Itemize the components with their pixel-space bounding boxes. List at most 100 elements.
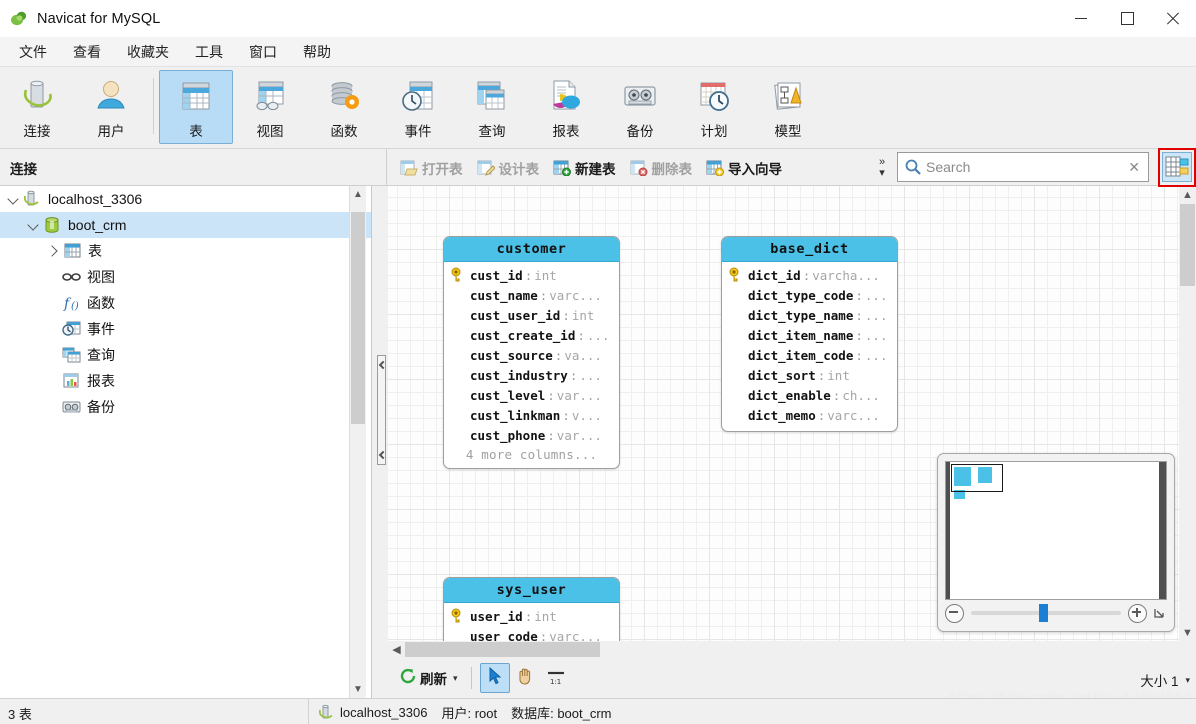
pan-tool-button[interactable] xyxy=(510,663,540,693)
navigator-viewport[interactable] xyxy=(951,464,1003,492)
entity-column: cust_create_id:... xyxy=(444,325,619,345)
tree-item-localhost[interactable]: localhost_3306 xyxy=(0,186,371,212)
tree-item-events[interactable]: 事件 xyxy=(0,316,371,342)
toolbar-button-query[interactable]: 查询 xyxy=(455,70,529,144)
backup-icon xyxy=(621,77,659,115)
search-input[interactable]: Search ✕ xyxy=(897,152,1149,182)
toolbar-button-connection[interactable]: 连接 xyxy=(0,70,74,144)
column-type: var... xyxy=(557,428,602,443)
tree-item-views[interactable]: 视图 xyxy=(0,264,371,290)
twisty-localhost[interactable] xyxy=(6,191,22,207)
column-type: var... xyxy=(557,388,602,403)
bottom-bar-separator xyxy=(471,667,472,689)
cursor-arrow-icon xyxy=(485,666,505,691)
size-control[interactable]: 大小 1 ▾ xyxy=(1140,670,1190,690)
chevron-down-icon[interactable]: ▾ xyxy=(1185,675,1190,686)
zoom-in-button[interactable] xyxy=(1128,604,1147,623)
chevron-down-icon[interactable]: ▾ xyxy=(453,673,458,684)
database-icon xyxy=(43,216,62,234)
zoom-reset-tool-button[interactable]: 1:1 xyxy=(540,663,572,693)
splitter-grip[interactable] xyxy=(377,355,386,465)
column-name: dict_memo xyxy=(748,408,816,423)
column-type: int xyxy=(572,308,595,323)
toolbar-button-user[interactable]: 用户 xyxy=(74,70,148,144)
toolbar-divider xyxy=(386,149,387,186)
tree-item-tables[interactable]: 表 xyxy=(0,238,371,264)
open-table-label: 打开表 xyxy=(422,158,463,178)
column-name: cust_name xyxy=(470,288,538,303)
close-button[interactable] xyxy=(1150,0,1196,37)
sidebar-scrollbar[interactable]: ▲ ▼ xyxy=(349,186,366,698)
entity-columns-base-dict: dict_id:varcha... dict_type_code:... dic… xyxy=(722,262,897,431)
canvas-vertical-scrollbar[interactable]: ▲ ▼ xyxy=(1179,186,1196,641)
canvas-scroll-up[interactable]: ▲ xyxy=(1179,186,1196,203)
search-clear-icon[interactable]: ✕ xyxy=(1128,159,1140,176)
minimize-button[interactable] xyxy=(1058,0,1104,37)
menu-favorites[interactable]: 收藏夹 xyxy=(114,38,182,66)
entity-sys-user[interactable]: sys_user user_id:int user_code:varc... xyxy=(443,577,620,641)
zoom-slider-knob[interactable] xyxy=(1039,604,1048,622)
menu-file[interactable]: 文件 xyxy=(6,38,60,66)
twisty-boot-crm[interactable] xyxy=(26,217,42,233)
menu-view[interactable]: 查看 xyxy=(60,38,114,66)
canvas-hscroll-thumb[interactable] xyxy=(405,642,600,657)
zoom-slider[interactable] xyxy=(971,611,1121,615)
toolbar-label-model: 模型 xyxy=(775,120,802,140)
column-type: va... xyxy=(564,348,602,363)
tree-item-reports[interactable]: 报表 xyxy=(0,368,371,394)
tree-item-boot-crm[interactable]: boot_crm xyxy=(0,212,371,238)
menu-window[interactable]: 窗口 xyxy=(236,38,290,66)
refresh-button[interactable]: 刷新 ▾ xyxy=(394,663,463,693)
canvas-vscroll-thumb[interactable] xyxy=(1180,204,1195,286)
sidebar-scroll-thumb[interactable] xyxy=(351,212,365,424)
navigator-preview[interactable] xyxy=(945,461,1167,600)
new-table-button[interactable]: 新建表 xyxy=(547,154,622,182)
connection-tree: localhost_3306 boot_crm xyxy=(0,186,372,698)
sidebar-scroll-up[interactable]: ▲ xyxy=(350,186,366,203)
toolbar-button-schedule[interactable]: 计划 xyxy=(677,70,751,144)
entity-column: dict_item_name:... xyxy=(722,325,897,345)
menu-tools[interactable]: 工具 xyxy=(182,38,236,66)
er-diagram-canvas[interactable]: customer cust_id:int cust_name:varc... c… xyxy=(388,186,1196,641)
entity-customer[interactable]: customer cust_id:int cust_name:varc... c… xyxy=(443,236,620,469)
entity-base-dict[interactable]: base_dict dict_id:varcha... dict_type_co… xyxy=(721,236,898,432)
import-wizard-button[interactable]: 导入向导 xyxy=(700,154,788,182)
menu-help[interactable]: 帮助 xyxy=(290,38,344,66)
toolbar-overflow-button[interactable]: » ▾ xyxy=(873,152,891,183)
toolbar-button-table[interactable]: 表 xyxy=(159,70,233,144)
canvas-scroll-down[interactable]: ▼ xyxy=(1179,624,1196,641)
design-table-label: 设计表 xyxy=(499,158,540,178)
toolbar-button-view[interactable]: 视图 xyxy=(233,70,307,144)
import-wizard-icon xyxy=(706,160,724,176)
delete-table-icon xyxy=(630,160,648,176)
toolbar-button-model[interactable]: 模型 xyxy=(751,70,825,144)
zoom-out-button[interactable] xyxy=(945,604,964,623)
tree-item-queries[interactable]: 查询 xyxy=(0,342,371,368)
canvas-scroll-left[interactable]: ◀ xyxy=(388,641,405,658)
diagram-navigator[interactable] xyxy=(937,453,1175,632)
column-name: dict_item_code xyxy=(748,348,853,363)
navigator-shadow-left xyxy=(946,462,950,599)
canvas-horizontal-scrollbar[interactable]: ◀ xyxy=(388,641,1196,658)
pointer-tool-button[interactable] xyxy=(480,663,510,693)
toolbar-button-function[interactable]: 函数 xyxy=(307,70,381,144)
sidebar-scroll-down[interactable]: ▼ xyxy=(350,681,366,698)
design-table-button[interactable]: 设计表 xyxy=(471,154,546,182)
column-name: dict_sort xyxy=(748,368,816,383)
entity-column: cust_industry:... xyxy=(444,365,619,385)
toolbar-button-backup[interactable]: 备份 xyxy=(603,70,677,144)
toolbar-button-report[interactable]: 报表 xyxy=(529,70,603,144)
navigator-zoom-bar xyxy=(945,601,1167,625)
toolbar-label-function: 函数 xyxy=(331,120,358,140)
toolbar-button-event[interactable]: 事件 xyxy=(381,70,455,144)
twisty-tables[interactable] xyxy=(46,243,62,259)
open-table-button[interactable]: 打开表 xyxy=(394,154,469,182)
navigator-resize-handle[interactable] xyxy=(1151,605,1167,621)
column-name: dict_id xyxy=(748,268,801,283)
column-name: user_code xyxy=(470,629,538,642)
tree-item-functions[interactable]: f () 函数 xyxy=(0,290,371,316)
delete-table-button[interactable]: 删除表 xyxy=(624,154,699,182)
maximize-button[interactable] xyxy=(1104,0,1150,37)
tree-item-backups[interactable]: 备份 xyxy=(0,394,371,420)
toolbar-label-query: 查询 xyxy=(479,120,506,140)
